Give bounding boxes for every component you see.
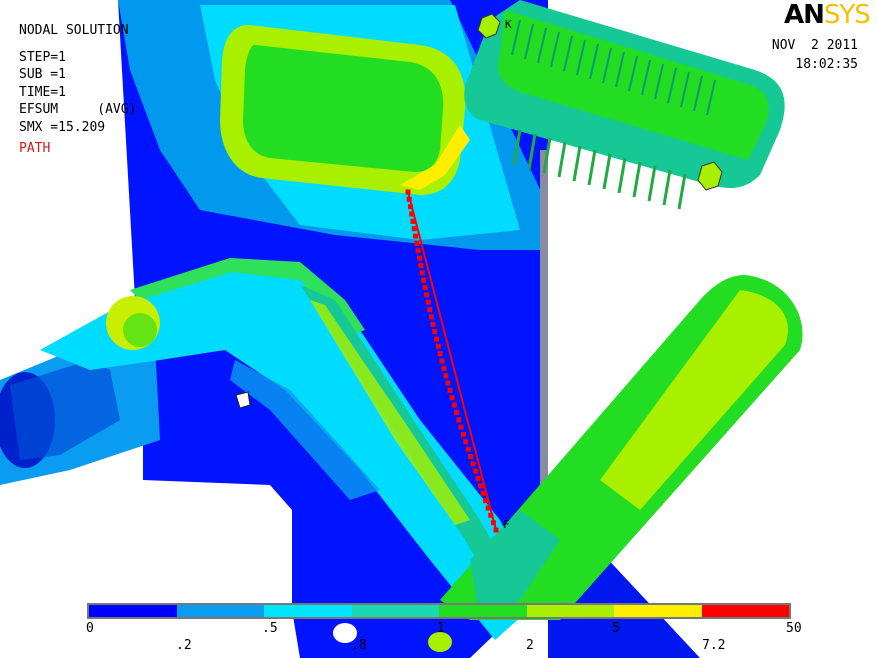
- legend-band-2: [176, 605, 264, 617]
- path-point: [424, 292, 430, 298]
- path-point: [449, 395, 455, 401]
- legend-band-8: [701, 605, 789, 617]
- legend-band-7: [614, 605, 702, 617]
- path-point: [480, 490, 486, 496]
- path-label: PATH: [19, 141, 51, 156]
- path-point: [430, 321, 436, 327]
- solution-title: NODAL SOLUTION: [19, 23, 129, 38]
- legend-top-label: 1: [437, 621, 445, 636]
- path-point: [478, 483, 483, 489]
- legend-band-6: [526, 605, 614, 617]
- time-label: TIME=1: [19, 84, 66, 100]
- step-label: STEP=1: [19, 49, 66, 65]
- lower-bracket-ball-shade: [123, 313, 157, 347]
- time-of-day-label: 18:02:35: [795, 57, 858, 72]
- path-point: [408, 204, 413, 210]
- path-point: [488, 512, 494, 518]
- legend-band-1: [89, 605, 177, 617]
- legend-bottom-label: 2: [526, 638, 534, 653]
- legend-band-5: [439, 605, 527, 617]
- legend-band-4: [351, 605, 439, 617]
- path-point: [475, 476, 481, 482]
- sub-label: SUB =1: [19, 67, 66, 82]
- timestamp: NOV 2 2011 18:02:35: [772, 36, 858, 74]
- path-point: [422, 285, 428, 290]
- ansys-logo: ANSYS: [784, 0, 871, 30]
- path-point: [483, 498, 489, 504]
- path-point: [473, 468, 478, 474]
- path-point: [465, 446, 471, 452]
- path-point: [428, 314, 434, 320]
- smx-label: SMX =15.209: [19, 119, 106, 135]
- path-point: [470, 461, 476, 467]
- path-point: [405, 189, 411, 195]
- efsum-label: EFSUM (AVG): [19, 102, 137, 117]
- path-point: [463, 439, 469, 445]
- path-point: [439, 358, 445, 364]
- path-point: [409, 211, 415, 217]
- legend-top-label: .5: [262, 621, 278, 636]
- path-start-label: K: [505, 18, 512, 31]
- legend-top-label: 50: [786, 621, 802, 636]
- legend-top-label: 5: [612, 621, 620, 636]
- path-end-label: F: [503, 518, 510, 531]
- path-point: [435, 343, 441, 349]
- path-point: [490, 520, 496, 526]
- path-point: [414, 240, 420, 246]
- path-point: [451, 402, 457, 408]
- path-point: [415, 248, 421, 254]
- path-point: [410, 218, 416, 224]
- path-point: [441, 365, 447, 371]
- legend-top-label: 0: [86, 621, 94, 636]
- legend-bottom-label: .8: [351, 638, 367, 653]
- path-point: [460, 432, 466, 437]
- solution-info: NODAL SOLUTION STEP=1 SUB =1 TIME=1 EFSUM (A…: [19, 22, 136, 158]
- path-point: [406, 196, 412, 202]
- path-point: [413, 233, 418, 239]
- path-point: [411, 226, 417, 232]
- path-point: [468, 454, 474, 459]
- legend-bottom-label: .2: [176, 638, 192, 653]
- date-label: NOV 2 2011: [771, 38, 858, 53]
- path-point: [445, 380, 451, 386]
- path-point: [434, 336, 439, 342]
- path-point: [485, 505, 491, 511]
- path-point: [447, 387, 453, 393]
- legend-bottom-label: 7.2: [702, 638, 726, 653]
- path-point: [421, 277, 427, 283]
- legend-band-3: [264, 605, 352, 617]
- path-point: [432, 329, 438, 335]
- path-point: [419, 270, 425, 276]
- graphics-viewport[interactable]: K F NODAL SOLUTION STEP=1 SUB =1 TIME=1 EFSU…: [0, 0, 877, 658]
- path-point: [454, 409, 459, 415]
- upper-clamp-face: [243, 44, 444, 172]
- path-point: [443, 373, 449, 379]
- path-point: [418, 263, 424, 268]
- contour-legend: [87, 603, 791, 619]
- path-point: [425, 299, 431, 305]
- path-point: [493, 527, 499, 533]
- path-point: [437, 351, 443, 357]
- path-point: [458, 424, 464, 430]
- path-point: [427, 307, 433, 313]
- path-point: [417, 255, 422, 261]
- path-point: [456, 417, 462, 423]
